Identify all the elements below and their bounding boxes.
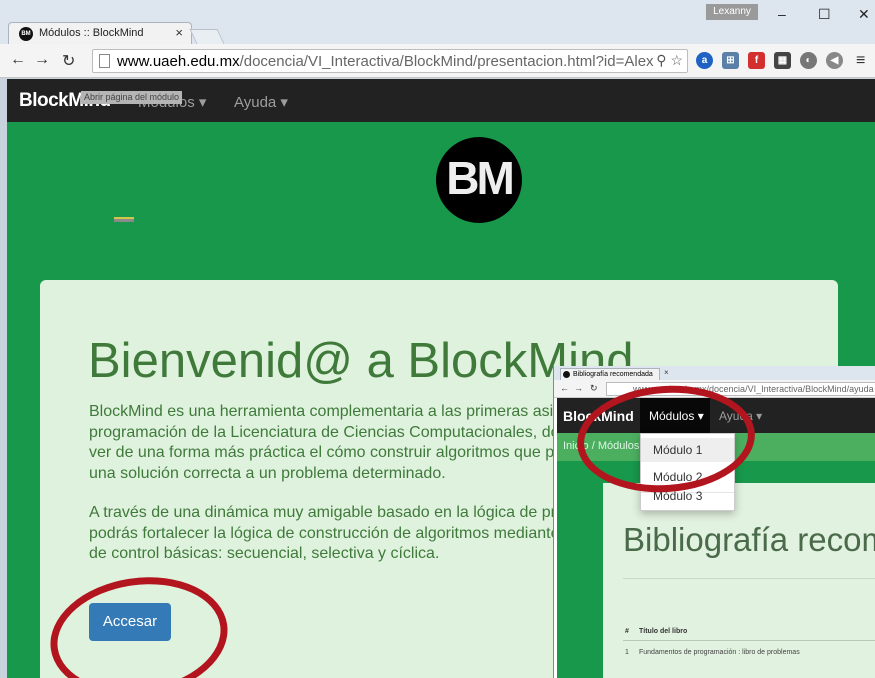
loading-indicator	[114, 217, 134, 222]
omnibox-icons: ⚲ ☆	[656, 52, 683, 69]
inset-screenshot: Bibliografía recomendada × ← → ↻ www.uae…	[553, 366, 875, 678]
address-bar[interactable]: www.uaeh.edu.mx/docencia/VI_Interactiva/…	[92, 49, 688, 73]
extension-back-icon[interactable]: ◀	[826, 52, 843, 69]
inset-navbar-brand[interactable]: BlockMind	[563, 408, 634, 424]
tab-favicon: BM	[19, 27, 33, 41]
inset-divider	[623, 578, 875, 579]
inset-table-cell-title[interactable]: Fundamentos de programación : libro de p…	[639, 649, 800, 656]
url-text: www.uaeh.edu.mx/docencia/VI_Interactiva/…	[117, 53, 654, 70]
inset-table-header-title: Título del libro	[639, 628, 688, 635]
browser-titlebar: BM Módulos :: BlockMind × Lexanny – ☐ ✕	[0, 0, 875, 50]
new-tab-button[interactable]	[189, 29, 225, 44]
url-path: /docencia/VI_Interactiva/BlockMind/prese…	[239, 53, 654, 70]
extension-network-icon[interactable]: ⊞	[722, 52, 739, 69]
zoom-icon[interactable]: ⚲	[656, 52, 666, 68]
inset-titlebar: Bibliografía recomendada ×	[554, 366, 875, 380]
browser-tab[interactable]: BM Módulos :: BlockMind ×	[8, 22, 192, 44]
inset-table-header-num: #	[625, 628, 629, 635]
maximize-button[interactable]: ☐	[818, 6, 831, 23]
inset-page: BlockMind Módulos ▾ Ayuda ▾ Inicio / Mód…	[557, 398, 875, 678]
tab-close-icon[interactable]: ×	[175, 25, 183, 40]
forward-arrow-icon[interactable]: →	[34, 51, 50, 69]
inset-dropdown-item-modulo-2[interactable]: Módulo 2	[641, 465, 734, 489]
page-icon	[99, 54, 110, 68]
accesar-button[interactable]: Accesar	[89, 603, 171, 641]
minimize-button[interactable]: –	[778, 6, 786, 22]
inset-navbar: BlockMind Módulos ▾ Ayuda ▾	[557, 398, 875, 433]
menu-icon[interactable]: ≡	[856, 52, 865, 70]
blockmind-logo: BM	[436, 137, 522, 223]
inset-nav-ayuda[interactable]: Ayuda ▾	[719, 409, 762, 423]
close-window-button[interactable]: ✕	[858, 6, 870, 23]
extension-qr-icon[interactable]: ▦	[774, 52, 791, 69]
tooltip: Abrir página del módulo	[81, 91, 183, 104]
inset-back-arrow-icon[interactable]: ←	[560, 383, 569, 393]
reload-icon[interactable]: ↻	[62, 51, 75, 71]
browser-toolbar: ← → ↻ www.uaeh.edu.mx/docencia/VI_Intera…	[0, 44, 875, 78]
inset-tab[interactable]: Bibliografía recomendada	[560, 368, 660, 380]
inset-modulos-dropdown: Módulo 1 Módulo 2 Módulo 3	[640, 433, 735, 511]
tab-title: Módulos :: BlockMind	[39, 27, 144, 39]
welcome-title: Bienvenid@ a BlockMind	[88, 334, 634, 388]
inset-address-bar[interactable]: www.uaeh.edu.mx/docencia/VI_Interactiva/…	[606, 382, 875, 396]
bookmark-star-icon[interactable]: ☆	[670, 52, 683, 68]
back-arrow-icon[interactable]: ←	[10, 51, 26, 69]
site-navbar: BlockMind Módulos ▾ Ayuda ▾ Abrir página…	[7, 79, 875, 122]
inset-tab-close-icon[interactable]: ×	[664, 368, 669, 377]
inset-toolbar: ← → ↻ www.uaeh.edu.mx/docencia/VI_Intera…	[554, 380, 875, 398]
inset-table-cell-num: 1	[625, 649, 629, 656]
inset-content: Bibliografía recomendada # Título del li…	[603, 483, 875, 678]
inset-dropdown-item-modulo-1[interactable]: Módulo 1	[641, 438, 734, 462]
url-host: www.uaeh.edu.mx	[117, 53, 240, 70]
inset-breadcrumb-text[interactable]: Inicio / Módulos	[563, 440, 639, 452]
profile-badge[interactable]: Lexanny	[706, 4, 758, 20]
inset-dropdown-item-modulo-3[interactable]: Módulo 3	[641, 488, 734, 508]
inset-nav-modulos[interactable]: Módulos ▾	[649, 409, 704, 423]
extension-flipboard-icon[interactable]: f	[748, 52, 765, 69]
extension-a-icon[interactable]: a	[696, 52, 713, 69]
inset-reload-icon[interactable]: ↻	[590, 383, 598, 394]
inset-table-divider	[623, 640, 875, 641]
inset-heading: Bibliografía recomendada	[623, 521, 875, 558]
logo-text: BM	[446, 152, 515, 204]
inset-forward-arrow-icon[interactable]: →	[574, 383, 583, 393]
nav-ayuda[interactable]: Ayuda ▾	[234, 93, 288, 111]
extension-audio-icon[interactable]: ◐	[800, 52, 817, 69]
